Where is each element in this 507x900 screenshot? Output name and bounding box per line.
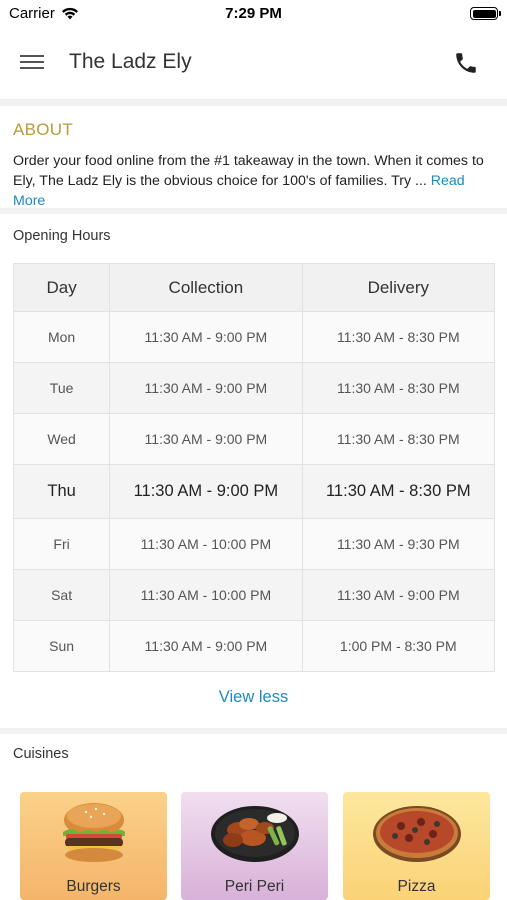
table-row: Mon 11:30 AM - 9:00 PM 11:30 AM - 8:30 P…: [12, 311, 496, 363]
opening-hours-table: Day Collection Delivery Mon 11:30 AM - 9…: [12, 263, 496, 672]
table-row: Wed 11:30 AM - 9:00 PM 11:30 AM - 8:30 P…: [12, 413, 496, 465]
cuisine-label: Burgers: [66, 878, 121, 895]
day-cell: Mon: [12, 311, 111, 363]
cuisine-card-burgers[interactable]: Burgers: [20, 792, 167, 900]
table-row: Sun 11:30 AM - 9:00 PM 1:00 PM - 8:30 PM: [12, 620, 496, 672]
phone-icon[interactable]: [453, 50, 481, 78]
table-header-row: Day Collection Delivery: [12, 263, 496, 312]
day-cell: Sat: [12, 569, 111, 621]
opening-hours-heading: Opening Hours: [13, 228, 111, 244]
about-heading: ABOUT: [13, 120, 74, 139]
collection-cell: 11:30 AM - 10:00 PM: [109, 569, 303, 621]
nav-bar: The Ladz Ely: [0, 28, 507, 100]
delivery-cell: 11:30 AM - 9:00 PM: [301, 569, 496, 621]
about-text: Order your food online from the #1 takea…: [13, 153, 484, 189]
table-row-today: Thu 11:30 AM - 9:00 PM 11:30 AM - 8:30 P…: [12, 464, 496, 519]
burger-image: [62, 803, 125, 862]
collection-cell: 11:30 AM - 10:00 PM: [109, 518, 303, 570]
delivery-cell: 1:00 PM - 8:30 PM: [301, 620, 496, 672]
delivery-cell: 11:30 AM - 8:30 PM: [301, 464, 496, 519]
delivery-cell: 11:30 AM - 8:30 PM: [301, 362, 496, 414]
cuisine-label: Peri Peri: [224, 878, 285, 895]
table-row: Sat 11:30 AM - 10:00 PM 11:30 AM - 9:00 …: [12, 569, 496, 621]
about-description: Order your food online from the #1 takea…: [13, 151, 494, 211]
collection-cell: 11:30 AM - 9:00 PM: [109, 413, 303, 465]
delivery-cell: 11:30 AM - 8:30 PM: [301, 311, 496, 363]
table-row: Tue 11:30 AM - 9:00 PM 11:30 AM - 8:30 P…: [12, 362, 496, 414]
cuisine-card-peri-peri[interactable]: Peri Peri: [181, 792, 328, 900]
delivery-cell: 11:30 AM - 8:30 PM: [301, 413, 496, 465]
cuisine-label: Pizza: [397, 878, 436, 895]
hamburger-menu-icon[interactable]: [20, 52, 50, 76]
collection-cell: 11:30 AM - 9:00 PM: [109, 620, 303, 672]
collection-cell: 11:30 AM - 9:00 PM: [109, 464, 303, 519]
view-less-link[interactable]: View less: [0, 688, 507, 707]
cuisine-card-pizza[interactable]: Pizza: [343, 792, 490, 900]
status-bar: Carrier 7:29 PM: [0, 0, 507, 28]
battery-icon: [470, 7, 501, 20]
status-time: 7:29 PM: [225, 5, 282, 22]
cuisines-heading: Cuisines: [13, 746, 69, 762]
divider: [0, 208, 507, 214]
header-day: Day: [12, 263, 111, 312]
delivery-cell: 11:30 AM - 9:30 PM: [301, 518, 496, 570]
divider: [0, 728, 507, 734]
day-cell: Tue: [12, 362, 111, 414]
day-cell: Fri: [12, 518, 111, 570]
day-cell: Wed: [12, 413, 111, 465]
collection-cell: 11:30 AM - 9:00 PM: [109, 311, 303, 363]
header-collection: Collection: [109, 263, 303, 312]
pizza-image: [372, 806, 461, 862]
day-cell: Thu: [12, 464, 111, 519]
collection-cell: 11:30 AM - 9:00 PM: [109, 362, 303, 414]
chicken-wings-image: [210, 806, 299, 862]
header-delivery: Delivery: [301, 263, 496, 312]
page-title: The Ladz Ely: [69, 50, 192, 73]
day-cell: Sun: [12, 620, 111, 672]
table-row: Fri 11:30 AM - 10:00 PM 11:30 AM - 9:30 …: [12, 518, 496, 570]
about-section: ABOUT Order your food online from the #1…: [0, 106, 507, 211]
